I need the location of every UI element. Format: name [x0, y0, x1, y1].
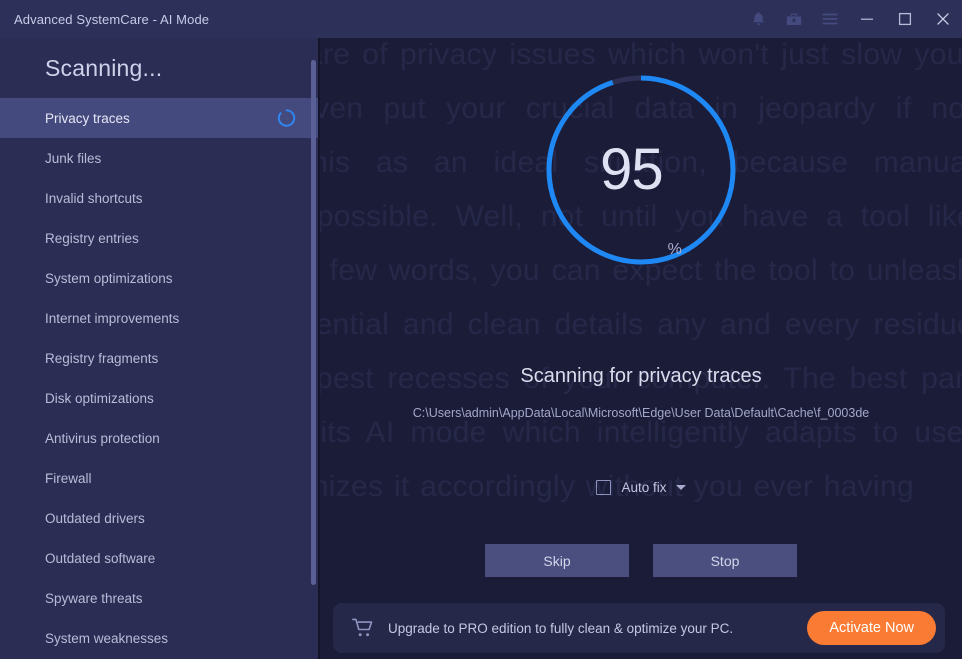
sidebar-item-firewall[interactable]: Firewall — [0, 458, 318, 498]
sidebar-item-registry-entries[interactable]: Registry entries — [0, 218, 318, 258]
upgrade-banner: Upgrade to PRO edition to fully clean & … — [333, 603, 945, 653]
sidebar-header: Scanning... — [0, 38, 318, 98]
maximize-icon[interactable] — [886, 0, 924, 38]
notifications-icon[interactable] — [740, 0, 776, 38]
sidebar-divider — [318, 38, 320, 659]
sidebar-item-invalid-shortcuts[interactable]: Invalid shortcuts — [0, 178, 318, 218]
chevron-down-icon[interactable] — [675, 485, 686, 490]
sidebar-item-label: Outdated drivers — [45, 510, 145, 526]
main-panel: 95 % Scanning for privacy traces C:\User… — [320, 38, 962, 659]
sidebar-item-label: Internet improvements — [45, 310, 180, 326]
sidebar-item-label: Invalid shortcuts — [45, 190, 143, 206]
sidebar-item-internet-improvements[interactable]: Internet improvements — [0, 298, 318, 338]
stop-button[interactable]: Stop — [653, 544, 797, 577]
sidebar-item-registry-fragments[interactable]: Registry fragments — [0, 338, 318, 378]
sidebar-scrollbar-track[interactable] — [311, 38, 317, 659]
sidebar-item-spyware-threats[interactable]: Spyware threats — [0, 578, 318, 618]
title-bar: Advanced SystemCare - AI Mode — [0, 0, 962, 38]
sidebar-item-privacy-traces[interactable]: Privacy traces — [0, 98, 318, 138]
auto-fix-label: Auto fix — [621, 480, 667, 495]
sidebar-item-label: Firewall — [45, 470, 92, 486]
scan-current-path: C:\Users\admin\AppData\Local\Microsoft\E… — [412, 406, 870, 420]
scan-heading: Scanning for privacy traces — [520, 365, 762, 387]
sidebar-item-label: System optimizations — [45, 270, 173, 286]
sidebar-item-label: Registry fragments — [45, 350, 159, 366]
sidebar-item-label: Outdated software — [45, 550, 156, 566]
window-title: Advanced SystemCare - AI Mode — [14, 11, 210, 27]
close-icon[interactable] — [924, 0, 962, 38]
sidebar-item-system-optimizations[interactable]: System optimizations — [0, 258, 318, 298]
sidebar-item-label: Junk files — [45, 150, 102, 166]
sidebar-item-outdated-drivers[interactable]: Outdated drivers — [0, 498, 318, 538]
upgrade-banner-text: Upgrade to PRO edition to fully clean & … — [388, 620, 734, 636]
scan-progress-value: 95 — [600, 137, 664, 202]
sidebar: Scanning... Privacy traces Junk files Inva… — [0, 38, 318, 659]
sidebar-item-label: Disk optimizations — [45, 390, 154, 406]
window-controls — [740, 0, 962, 38]
menu-icon[interactable] — [812, 0, 848, 38]
auto-fix-checkbox[interactable] — [596, 480, 612, 495]
sidebar-title: Scanning... — [45, 54, 163, 81]
sidebar-item-label: Spyware threats — [45, 590, 143, 606]
shopping-cart-icon — [352, 618, 374, 638]
sidebar-item-antivirus-protection[interactable]: Antivirus protection — [0, 418, 318, 458]
minimize-icon[interactable] — [848, 0, 886, 38]
sidebar-item-system-weaknesses[interactable]: System weaknesses — [0, 618, 318, 658]
application-window: time and even takes care of privacy issu… — [0, 0, 962, 659]
sidebar-item-label: Privacy traces — [45, 110, 130, 126]
sidebar-item-outdated-software[interactable]: Outdated software — [0, 538, 318, 578]
scan-action-buttons: Skip Stop — [320, 544, 962, 577]
scan-progress-unit: % — [667, 241, 682, 258]
skip-button[interactable]: Skip — [485, 544, 629, 577]
loading-spinner-icon — [277, 109, 296, 128]
sidebar-item-list: Privacy traces Junk files Invalid shortcut… — [0, 98, 318, 658]
sidebar-scrollbar-thumb[interactable] — [311, 60, 316, 585]
sidebar-item-label: System weaknesses — [45, 630, 169, 646]
toolbox-icon[interactable] — [776, 0, 812, 38]
activate-now-button[interactable]: Activate Now — [807, 611, 936, 645]
sidebar-item-label: Antivirus protection — [45, 430, 160, 446]
sidebar-item-label: Registry entries — [45, 230, 139, 246]
auto-fix-row: Auto fix — [320, 480, 962, 495]
sidebar-item-junk-files[interactable]: Junk files — [0, 138, 318, 178]
scan-progress-readout: 95 % — [541, 70, 741, 270]
scan-progress-ring: 95 % — [541, 70, 741, 270]
sidebar-item-disk-optimizations[interactable]: Disk optimizations — [0, 378, 318, 418]
